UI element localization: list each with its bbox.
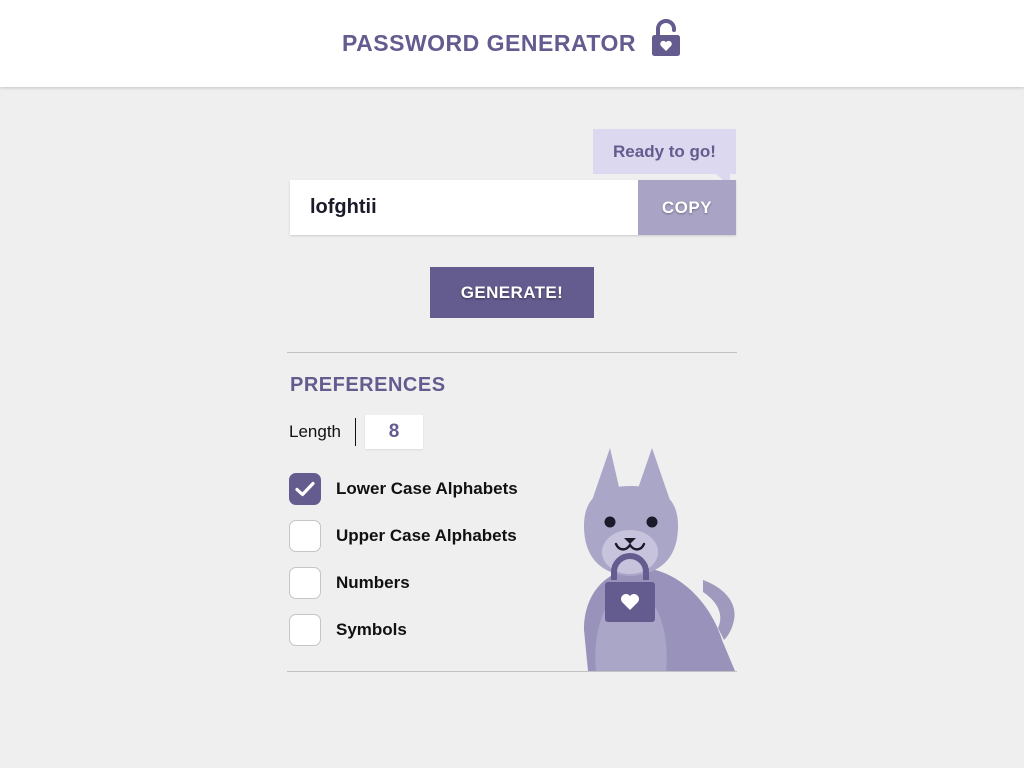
option-lowercase[interactable]: Lower Case Alphabets — [289, 473, 518, 505]
length-label: Length — [289, 422, 341, 441]
status-tooltip: Ready to go! — [593, 129, 736, 174]
option-numbers[interactable]: Numbers — [289, 567, 410, 599]
option-label: Lower Case Alphabets — [336, 479, 518, 498]
option-label: Upper Case Alphabets — [336, 526, 517, 545]
numbers-checkbox[interactable] — [289, 567, 321, 599]
length-separator — [355, 418, 356, 446]
lock-heart-icon — [650, 19, 682, 63]
divider-bottom — [287, 671, 737, 672]
generate-button[interactable]: GENERATE! — [430, 267, 594, 318]
checkmark-icon — [295, 481, 315, 497]
length-input[interactable] — [365, 415, 423, 449]
password-row: COPY — [290, 180, 736, 235]
option-label: Numbers — [336, 573, 410, 592]
copy-button[interactable]: COPY — [638, 180, 736, 235]
app-header: PASSWORD GENERATOR — [0, 0, 1024, 87]
uppercase-checkbox[interactable] — [289, 520, 321, 552]
symbols-checkbox[interactable] — [289, 614, 321, 646]
lowercase-checkbox[interactable] — [289, 473, 321, 505]
option-label: Symbols — [336, 620, 407, 639]
divider-top — [287, 352, 737, 353]
option-symbols[interactable]: Symbols — [289, 614, 407, 646]
option-uppercase[interactable]: Upper Case Alphabets — [289, 520, 517, 552]
preferences-title: PREFERENCES — [290, 374, 446, 396]
password-output[interactable] — [290, 180, 638, 235]
page-title: PASSWORD GENERATOR — [342, 30, 636, 56]
dog-with-lock-icon — [570, 440, 745, 671]
